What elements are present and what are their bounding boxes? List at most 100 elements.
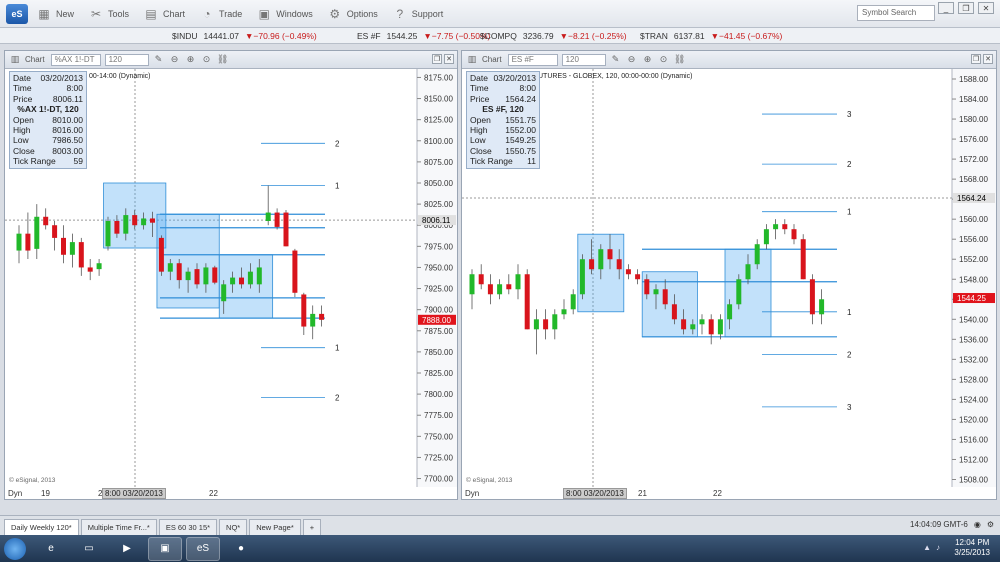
ticker-item[interactable]: $INDU 14441.07 ▼−70.96 (−0.49%) (172, 31, 317, 41)
zoom-in-icon[interactable]: ⊕ (642, 54, 654, 66)
study-label: UTURES - GLOBEX, 120, 00:00-00:00 (Dynam… (538, 73, 693, 80)
settings-icon[interactable]: ⚙ (987, 520, 994, 529)
cursor-icon[interactable]: ⊙ (658, 54, 670, 66)
dyn-label[interactable]: Dyn (8, 489, 22, 498)
close-icon[interactable]: ✕ (978, 2, 994, 14)
close-icon[interactable]: ✕ (983, 54, 993, 64)
right-price-chart[interactable]: 1588.00 1584.00 1580.00 1576.00 1572.00 1568.… (462, 69, 996, 499)
ticker-name: $TRAN (640, 31, 668, 41)
ticker-strip: $INDU 14441.07 ▼−70.96 (−0.49%) ES #F 1544.… (0, 28, 1000, 44)
network-icon[interactable]: ▲ (923, 543, 931, 552)
candle-body (809, 279, 815, 315)
ie-icon[interactable]: e (34, 537, 68, 561)
add-tab-button[interactable]: + (302, 519, 322, 535)
ticker-price: 1544.25 (386, 31, 418, 41)
crosshair-price-tag-text: 8006.11 (422, 216, 451, 225)
range-box (218, 254, 274, 319)
last-price-tag-text: 7888.00 (422, 316, 451, 325)
candle-body (773, 224, 779, 230)
zoom-out-icon[interactable]: ⊖ (169, 54, 181, 66)
db-label: Tick Range (13, 156, 56, 167)
tab-daily-weekly[interactable]: Daily Weekly 120* (4, 519, 79, 535)
link-icon[interactable]: ⛓ (217, 54, 229, 66)
cursor-icon[interactable]: ⊙ (201, 54, 213, 66)
minimize-icon[interactable]: _ (938, 2, 954, 14)
media-player-icon[interactable]: ▶ (110, 537, 144, 561)
y-tick-label: 7975.00 (424, 242, 453, 251)
esignal-task-icon[interactable]: eS (186, 536, 220, 561)
windows-button[interactable]: ▣ Windows (256, 6, 313, 22)
right-chart-window: ▥ Chart ES #F 120 ✎ ⊖ ⊕ ⊙ ⛓ ❐ ✕ 1588.00 1… (461, 50, 997, 500)
candle-body (141, 218, 147, 226)
gear-icon: ⚙ (329, 6, 341, 21)
candle-body (717, 319, 723, 335)
tools-icon: ✂ (90, 6, 102, 21)
db-label: Low (13, 135, 29, 146)
zoom-out-icon[interactable]: ⊖ (626, 54, 638, 66)
candle-body (515, 274, 521, 290)
link-icon[interactable]: ⛓ (674, 54, 686, 66)
trade-button[interactable]: ◔ Trade (199, 6, 242, 22)
symbol-input[interactable]: ES #F (507, 53, 558, 66)
folder-icon[interactable]: ▭ (72, 537, 106, 561)
db-heading: ES #F, 120 (482, 104, 524, 115)
restore-icon[interactable]: ❐ (971, 54, 981, 64)
db-date: 03/20/2013 (40, 73, 83, 83)
tab-nq[interactable]: NQ* (219, 519, 248, 535)
chart-label: Chart (25, 55, 45, 64)
db-label: Open (13, 114, 34, 125)
start-button[interactable] (0, 535, 30, 562)
level-label: 1 (335, 182, 340, 191)
chart-button[interactable]: ▤ Chart (143, 6, 185, 22)
tab-new-page[interactable]: New Page* (249, 519, 301, 535)
db-label: Open (470, 114, 491, 125)
symbol-search-input[interactable]: Symbol Search (857, 5, 935, 21)
candle-body (819, 299, 825, 315)
pencil-icon[interactable]: ✎ (610, 54, 622, 66)
taskbar-clock[interactable]: 12:04 PM 3/25/2013 (954, 538, 990, 558)
chart-label: Chart (482, 55, 502, 64)
new-label: New (56, 8, 75, 19)
candle-body (681, 319, 687, 330)
tools-button[interactable]: ✂ Tools (88, 6, 129, 22)
ticker-item[interactable]: ES #F 1544.25 ▼−7.75 (−0.50%) (357, 31, 490, 41)
computer-icon[interactable]: ▣ (148, 536, 182, 561)
restore-icon[interactable]: ❐ (958, 2, 974, 14)
last-price-tag-text: 1544.25 (957, 294, 986, 303)
dyn-label[interactable]: Dyn (465, 489, 479, 498)
ticker-price: 6137.81 (673, 31, 705, 41)
candle-body (25, 233, 31, 251)
restore-icon[interactable]: ❐ (432, 54, 442, 64)
y-tick-label: 1556.00 (959, 235, 988, 244)
esignal-logo[interactable]: eS (6, 3, 28, 24)
db-date: 03/20/2013 (493, 73, 536, 83)
windows-label: Windows (276, 8, 313, 19)
pencil-icon[interactable]: ✎ (153, 54, 165, 66)
recorder-icon[interactable]: ● (224, 537, 258, 561)
db-low: 1549.25 (505, 135, 536, 146)
ticker-price: 3236.79 (522, 31, 554, 41)
right-data-box: Date 03/20/2013 Time 8:00 Price 1564.24 ES … (466, 71, 540, 169)
tab-multiple-time-frames[interactable]: Multiple Time Fr...* (80, 519, 157, 535)
candle-body (690, 324, 696, 330)
candle-body (625, 269, 631, 275)
interval-input[interactable]: 120 (561, 53, 606, 66)
zoom-in-icon[interactable]: ⊕ (185, 54, 197, 66)
status-area: 14:04:09 GMT-6 ◉ ⚙ (910, 520, 994, 529)
new-button[interactable]: ▦ New (36, 6, 74, 22)
candle-body (194, 269, 200, 285)
candle-body (699, 319, 705, 325)
candle-body (561, 309, 567, 315)
options-button[interactable]: ⚙ Options (327, 6, 377, 22)
copyright-label: © eSignal, 2013 (466, 477, 513, 484)
interval-input[interactable]: 120 (104, 53, 149, 66)
candle-body (570, 294, 576, 310)
support-button[interactable]: ? Support (392, 6, 443, 22)
ticker-item[interactable]: $TRAN 6137.81 ▼−41.45 (−0.67%) (640, 31, 782, 41)
ticker-item[interactable]: $COMPQ 3236.79 ▼−8.21 (−0.25%) (480, 31, 627, 41)
volume-icon[interactable]: ♪ (936, 543, 940, 552)
symbol-input[interactable]: %AX 1!-DT (50, 53, 101, 66)
candle-body (616, 259, 622, 270)
close-icon[interactable]: ✕ (444, 54, 454, 64)
tab-es-60-30-15[interactable]: ES 60 30 15* (158, 519, 218, 535)
